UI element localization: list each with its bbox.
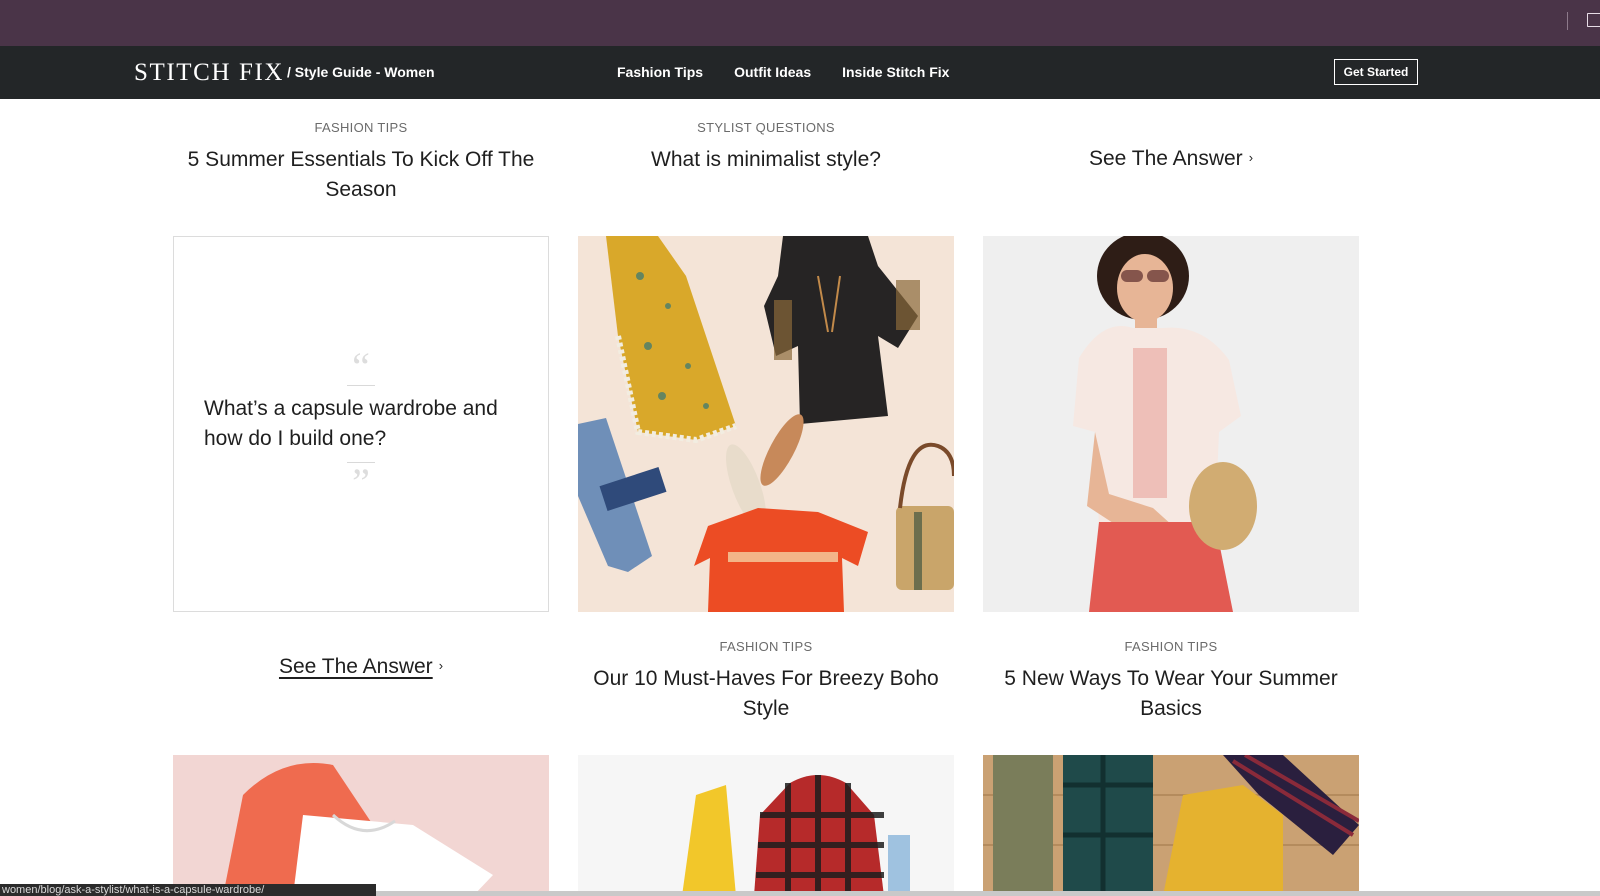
quote-card[interactable]: “ What’s a capsule wardrobe and how do I… [173,236,549,612]
see-answer-caption: See The Answer › [173,655,549,679]
layers-illustration [983,755,1359,896]
horizontal-scrollbar[interactable] [376,891,1600,896]
article-caption[interactable]: FASHION TIPS 5 Summer Essentials To Kick… [173,120,549,205]
hoodie-flatlay-image[interactable] [173,755,549,896]
article-caption[interactable]: FASHION TIPS 5 New Ways To Wear Your Sum… [983,639,1359,724]
nav-fashion-tips[interactable]: Fashion Tips [617,64,703,80]
open-quote-icon: “ [352,344,370,389]
plaid-layers-image[interactable] [983,755,1359,896]
nav-inside-stitch-fix[interactable]: Inside Stitch Fix [842,64,949,80]
hoodie-illustration [223,763,493,896]
see-answer-text[interactable]: See The Answer [1089,147,1243,170]
nav-outfit-ideas[interactable]: Outfit Ideas [734,64,811,80]
browser-chrome [0,0,1600,46]
article-category: FASHION TIPS [314,120,408,135]
article-category: FASHION TIPS [719,639,813,654]
portrait-illustration [1073,236,1257,612]
see-answer-text[interactable]: See The Answer [279,655,433,678]
get-started-button[interactable]: Get Started [1334,59,1418,85]
stitch-fix-logo[interactable]: STITCH FIX [134,59,284,87]
article-title[interactable]: 5 New Ways To Wear Your Summer Basics [983,664,1359,724]
site-header: STITCH FIX / Style Guide - Women Fashion… [0,46,1600,99]
primary-nav: Fashion Tips Outfit Ideas Inside Stitch … [617,64,980,80]
quote-divider [347,385,375,386]
toolbar-divider [1567,12,1568,30]
article-caption[interactable]: FASHION TIPS Our 10 Must-Haves For Breez… [578,639,954,724]
article-title[interactable]: What is minimalist style? [578,145,954,175]
close-quote-icon: ” [352,460,370,505]
woman-summer-outfit-image[interactable] [983,236,1359,612]
status-bar-url: women/blog/ask-a-stylist/what-is-a-capsu… [0,884,376,896]
boho-outfit-image[interactable] [578,236,954,612]
see-answer-link[interactable]: See The Answer › [173,655,549,679]
chevron-right-icon: › [1248,150,1254,165]
section-title[interactable]: / Style Guide - Women [287,64,435,80]
article-category: FASHION TIPS [1124,639,1218,654]
article-title[interactable]: Our 10 Must-Haves For Breezy Boho Style [578,664,954,724]
quote-question: What’s a capsule wardrobe and how do I b… [204,397,498,450]
see-answer-link[interactable]: See The Answer › [983,147,1359,171]
plaid-jacket-image[interactable] [578,755,954,896]
article-caption[interactable]: STYLIST QUESTIONS What is minimalist sty… [578,120,954,175]
article-category: STYLIST QUESTIONS [697,120,835,135]
browser-window-icon[interactable] [1587,13,1600,27]
see-answer-caption: See The Answer › [983,147,1359,171]
jacket-illustration [682,775,910,896]
boho-flatlay-illustration [578,236,954,612]
chevron-right-icon: › [438,658,444,673]
article-title[interactable]: 5 Summer Essentials To Kick Off The Seas… [173,145,549,205]
